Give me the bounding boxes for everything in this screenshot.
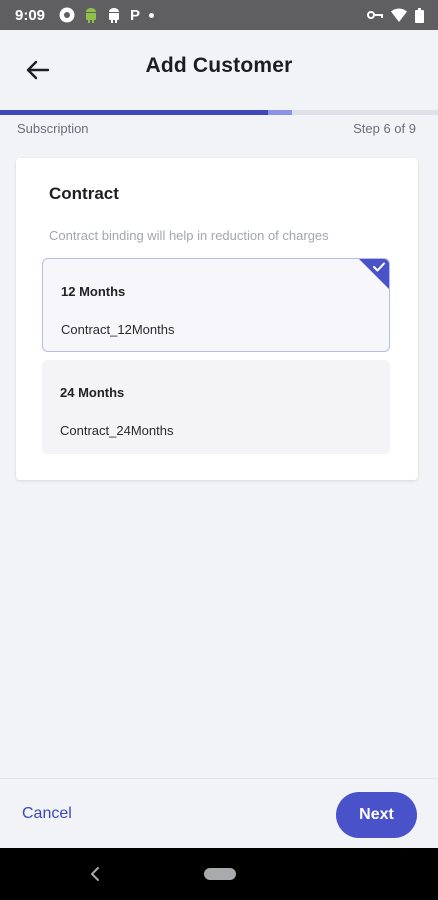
checkmark-icon (373, 262, 385, 272)
contract-option-12-months[interactable]: 12 Months Contract_12Months (42, 258, 390, 352)
nav-back-icon[interactable] (88, 866, 102, 882)
progress-next-step (267, 110, 292, 115)
system-icons (367, 7, 424, 23)
android-icon (84, 7, 98, 23)
status-time: 9:09 (15, 6, 46, 24)
contract-option-24-months[interactable]: 24 Months Contract_24Months (42, 360, 390, 454)
progress-bar (0, 110, 438, 115)
p-icon: P (130, 6, 141, 24)
card-title: Contract (49, 184, 119, 203)
card-subtitle: Contract binding will help in reduction … (49, 228, 329, 243)
cancel-button[interactable]: Cancel (22, 805, 72, 823)
progress-fill (0, 110, 268, 115)
option-code: Contract_12Months (61, 322, 175, 337)
bottom-action-bar: Cancel Next (0, 778, 438, 848)
page-title: Add Customer (145, 54, 293, 77)
option-title: 24 Months (60, 385, 125, 400)
battery-icon (415, 7, 424, 23)
chrome-icon (59, 7, 75, 23)
next-button[interactable]: Next (336, 792, 417, 838)
option-title: 12 Months (61, 284, 126, 299)
contract-card: Contract Contract binding will help in r… (16, 158, 418, 480)
dot-icon (149, 12, 155, 18)
status-bar: 9:09 P (0, 0, 438, 30)
step-label: Subscription (17, 121, 89, 136)
step-row: Subscription Step 6 of 9 (17, 121, 416, 136)
step-counter: Step 6 of 9 (353, 121, 416, 136)
system-nav-bar (0, 848, 438, 900)
app-header: Add Customer (0, 30, 438, 110)
option-code: Contract_24Months (60, 423, 174, 438)
android-icon (107, 7, 121, 23)
wifi-icon (391, 8, 407, 22)
vpn-key-icon (367, 9, 383, 21)
nav-home-pill-icon[interactable] (204, 868, 236, 880)
notification-icons: P (59, 6, 155, 24)
